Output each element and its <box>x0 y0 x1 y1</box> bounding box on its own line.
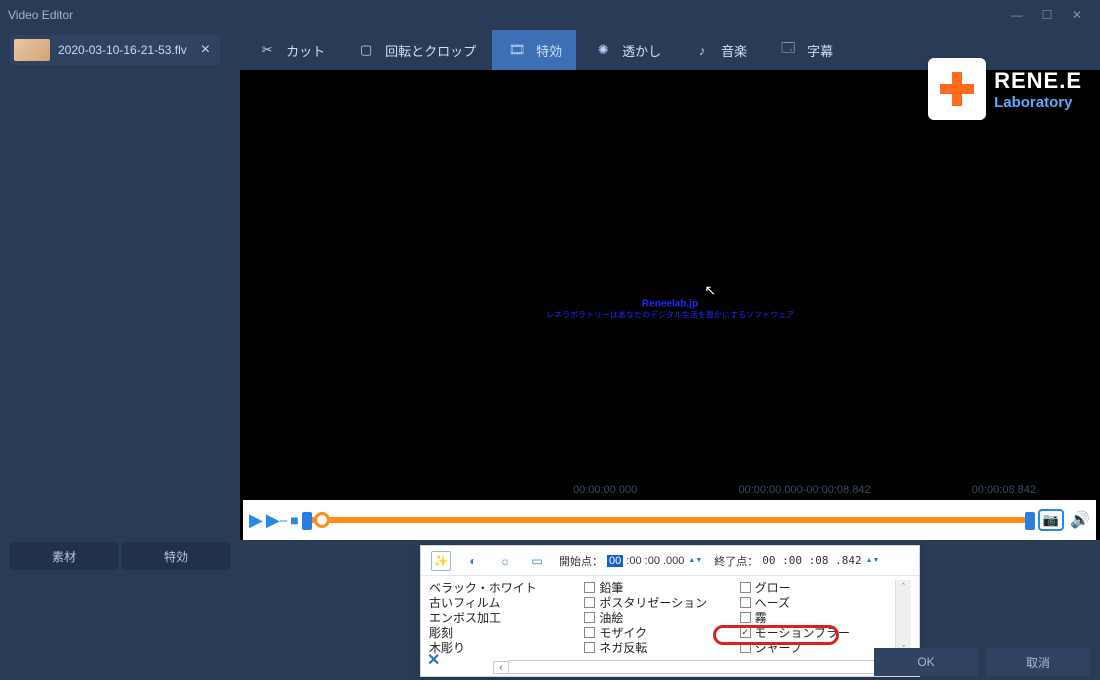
effect-option[interactable]: ベラック・ホワイト <box>429 580 584 595</box>
checkbox[interactable] <box>584 582 595 593</box>
app-title: Video Editor <box>8 8 73 22</box>
scissors-icon: ✂ <box>256 39 278 61</box>
checkbox[interactable] <box>584 627 595 638</box>
materials-panel <box>0 70 240 540</box>
brand-sub: Laboratory <box>994 94 1082 111</box>
file-name: 2020-03-10-16-21-53.flv <box>58 43 187 57</box>
timeline-track[interactable] <box>306 517 1031 523</box>
effect-option[interactable]: エンボス加工 <box>429 610 584 625</box>
effects-scrollbar[interactable]: ˆˇ <box>895 580 911 656</box>
time-end: 00:00:08.842 <box>972 484 1036 496</box>
tab-effects[interactable]: 🎞 特効 <box>492 30 576 70</box>
video-preview[interactable]: ↖ Reneelab.jp レネラボラトリーはあなたのデジタル生活を豊かにするソ… <box>240 70 1100 540</box>
time-range: 00:00:00.000-00:00:08.842 <box>738 484 870 496</box>
end-spinner[interactable]: ▲▼ <box>866 557 880 564</box>
effect-option[interactable]: ヘーズ <box>740 595 895 610</box>
play-button[interactable]: ▶ <box>249 510 263 531</box>
checkbox[interactable] <box>584 642 595 653</box>
effects-popup: ✨ ◐ ☼ ▭ 開始点： 00 :00 :00 .000 ▲▼ 終了点： 00 … <box>420 545 920 677</box>
checkbox[interactable] <box>584 612 595 623</box>
start-label: 開始点： <box>559 553 603 569</box>
effect-option[interactable]: 木彫り <box>429 640 584 655</box>
film-icon: 🎞 <box>506 39 528 61</box>
ok-button[interactable]: OK <box>874 648 978 676</box>
effect-option[interactable]: グロー <box>740 580 895 595</box>
maximize-button[interactable]: ☐ <box>1032 5 1062 25</box>
effect-option[interactable]: 古いフィルム <box>429 595 584 610</box>
file-close-icon[interactable]: × <box>195 41 216 59</box>
brand-logo: RENE.ELaboratory <box>928 58 1082 120</box>
tab-watermark[interactable]: ✺ 透かし <box>578 30 675 70</box>
plus-icon <box>940 72 974 106</box>
checkbox[interactable] <box>740 597 751 608</box>
effect-option[interactable]: 霧 <box>740 610 895 625</box>
tab-sub-label: 字幕 <box>807 41 833 60</box>
magic-wand-icon[interactable]: ✨ <box>431 551 451 571</box>
tab-subtitle[interactable]: 🗔 字幕 <box>763 30 847 70</box>
effect-option[interactable]: ポスタリゼーション <box>584 595 739 610</box>
end-time-field[interactable]: 終了点： 00 :00 :08 .842 ▲▼ <box>714 553 879 569</box>
effects-close-button[interactable]: ✕ <box>427 650 440 670</box>
tab-cut-label: カット <box>286 41 325 60</box>
effect-option[interactable]: 彫刻 <box>429 625 584 640</box>
end-label: 終了点： <box>714 553 758 569</box>
brightness-icon[interactable]: ☼ <box>495 551 515 571</box>
watermark-icon: ✺ <box>592 39 614 61</box>
tab-rotate-crop[interactable]: ▢ 回転とクロップ <box>341 30 490 70</box>
cancel-button[interactable]: 取消 <box>986 648 1090 676</box>
contrast-icon[interactable]: ◐ <box>463 551 483 571</box>
tab-cut[interactable]: ✂ カット <box>242 30 339 70</box>
crop-square-icon[interactable]: ▭ <box>527 551 547 571</box>
effect-option[interactable]: 油絵 <box>584 610 739 625</box>
left-tab-effects[interactable]: 特効 <box>122 542 230 570</box>
volume-button[interactable]: 🔊 <box>1070 510 1090 530</box>
effect-option[interactable]: 鉛筆 <box>584 580 739 595</box>
snapshot-button[interactable]: 📷 <box>1038 509 1064 531</box>
tab-rotate-label: 回転とクロップ <box>385 41 476 60</box>
checkbox[interactable] <box>740 582 751 593</box>
tab-audio-label: 音楽 <box>721 41 747 60</box>
timeline-bar: 00:00:00.000 00:00:00.000-00:00:08.842 0… <box>243 500 1096 540</box>
effect-label: ネガ反転 <box>599 639 647 656</box>
time-start: 00:00:00.000 <box>573 484 637 496</box>
highlight-ring <box>713 625 839 645</box>
checkbox[interactable] <box>740 612 751 623</box>
effects-hscroll[interactable]: ‹› <box>493 660 891 674</box>
brand-name: RENE.E <box>994 68 1082 94</box>
cursor-icon: ↖ <box>704 282 716 299</box>
preview-watermark: Reneelab.jp レネラボラトリーはあなたのデジタル生活を豊かにするソフト… <box>546 299 794 321</box>
close-button[interactable]: ✕ <box>1062 5 1092 25</box>
trim-handle-right[interactable] <box>1025 512 1035 530</box>
start-spinner[interactable]: ▲▼ <box>688 557 702 564</box>
left-tab-material[interactable]: 素材 <box>10 542 118 570</box>
playhead[interactable] <box>314 512 330 528</box>
checkbox[interactable] <box>584 597 595 608</box>
crop-icon: ▢ <box>355 39 377 61</box>
music-icon: ♪ <box>691 39 713 61</box>
stop-button[interactable]: ■ <box>290 512 298 528</box>
tab-audio[interactable]: ♪ 音楽 <box>677 30 761 70</box>
trim-handle-left[interactable] <box>302 512 312 530</box>
tab-wm-label: 透かし <box>622 41 661 60</box>
tab-fx-label: 特効 <box>536 41 562 60</box>
file-chip[interactable]: 2020-03-10-16-21-53.flv × <box>10 35 220 65</box>
file-thumbnail <box>14 39 50 61</box>
subtitle-icon: 🗔 <box>777 39 799 61</box>
step-button[interactable]: ▶⎯ <box>266 510 287 531</box>
minimize-button[interactable]: — <box>1002 5 1032 25</box>
start-time-field[interactable]: 開始点： 00 :00 :00 .000 ▲▼ <box>559 553 702 569</box>
